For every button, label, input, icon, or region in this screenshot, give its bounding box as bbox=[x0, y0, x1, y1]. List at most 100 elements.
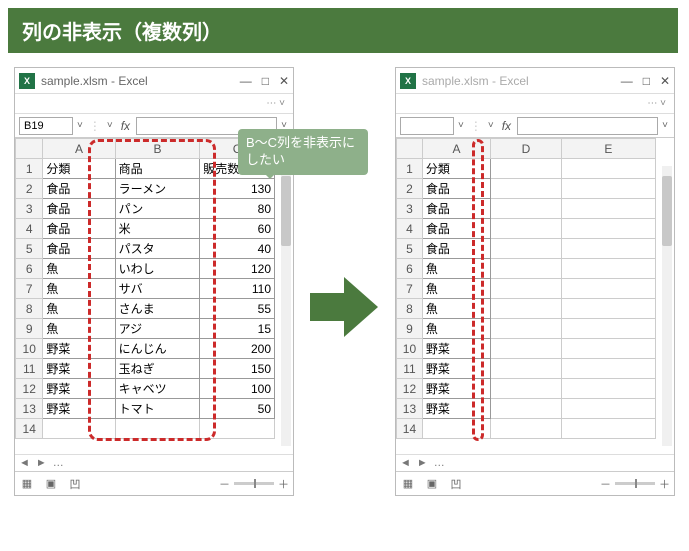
col-header-D[interactable]: D bbox=[491, 139, 562, 159]
row-header-7[interactable]: 7 bbox=[16, 279, 43, 299]
cell[interactable]: キャベツ bbox=[115, 379, 200, 399]
cell[interactable]: パン bbox=[115, 199, 200, 219]
close-button[interactable]: ✕ bbox=[660, 74, 670, 88]
cell[interactable]: 魚 bbox=[43, 279, 115, 299]
sheet-nav-prev-icon[interactable]: ◄ bbox=[400, 457, 411, 469]
cell[interactable]: 分類 bbox=[422, 159, 490, 179]
row-header-14[interactable]: 14 bbox=[16, 419, 43, 439]
cell[interactable] bbox=[491, 179, 562, 199]
zoom-slider[interactable] bbox=[234, 482, 274, 485]
cell[interactable]: 120 bbox=[200, 259, 275, 279]
cell[interactable] bbox=[491, 239, 562, 259]
cell[interactable] bbox=[491, 379, 562, 399]
row-header-4[interactable]: 4 bbox=[16, 219, 43, 239]
cell[interactable]: 野菜 bbox=[43, 359, 115, 379]
cell[interactable] bbox=[561, 379, 655, 399]
cell[interactable] bbox=[561, 359, 655, 379]
row-header-6[interactable]: 6 bbox=[397, 259, 423, 279]
zoom-in-button[interactable]: ＋ bbox=[278, 476, 289, 492]
cell[interactable]: 50 bbox=[200, 399, 275, 419]
cell[interactable]: アジ bbox=[115, 319, 200, 339]
cell[interactable]: 分類 bbox=[43, 159, 115, 179]
row-header-3[interactable]: 3 bbox=[397, 199, 423, 219]
cell[interactable]: 食品 bbox=[422, 219, 490, 239]
ribbon-collapse[interactable]: ⋯ ˅ bbox=[396, 94, 674, 114]
cell[interactable]: 野菜 bbox=[422, 339, 490, 359]
view-page-layout-icon[interactable]: ▣ bbox=[43, 477, 59, 490]
cell[interactable]: 食品 bbox=[43, 219, 115, 239]
cell[interactable]: 200 bbox=[200, 339, 275, 359]
row-header-11[interactable]: 11 bbox=[397, 359, 423, 379]
view-normal-icon[interactable]: ▦ bbox=[400, 477, 416, 490]
row-header-9[interactable]: 9 bbox=[16, 319, 43, 339]
select-all-cell[interactable] bbox=[397, 139, 423, 159]
row-header-9[interactable]: 9 bbox=[397, 319, 423, 339]
row-header-5[interactable]: 5 bbox=[16, 239, 43, 259]
cell[interactable]: 60 bbox=[200, 219, 275, 239]
cell[interactable]: 食品 bbox=[422, 199, 490, 219]
cell[interactable] bbox=[491, 219, 562, 239]
sheet-tab-nav[interactable]: ◄ ► … bbox=[15, 454, 293, 471]
row-header-12[interactable]: 12 bbox=[16, 379, 43, 399]
cell[interactable] bbox=[561, 319, 655, 339]
fx-icon[interactable]: fx bbox=[117, 119, 134, 133]
cell[interactable]: 55 bbox=[200, 299, 275, 319]
sheet-nav-more-icon[interactable]: … bbox=[53, 457, 64, 469]
cell[interactable]: いわし bbox=[115, 259, 200, 279]
cell[interactable]: 野菜 bbox=[422, 379, 490, 399]
cell[interactable]: 食品 bbox=[422, 179, 490, 199]
scrollbar-thumb[interactable] bbox=[281, 176, 291, 246]
cell[interactable] bbox=[491, 319, 562, 339]
cell[interactable] bbox=[491, 259, 562, 279]
cell[interactable] bbox=[115, 419, 200, 439]
cell[interactable]: 野菜 bbox=[43, 399, 115, 419]
row-header-4[interactable]: 4 bbox=[397, 219, 423, 239]
col-header-A[interactable]: A bbox=[43, 139, 115, 159]
cell[interactable] bbox=[561, 219, 655, 239]
formula-bar[interactable] bbox=[517, 117, 658, 135]
row-header-5[interactable]: 5 bbox=[397, 239, 423, 259]
row-header-13[interactable]: 13 bbox=[16, 399, 43, 419]
sheet-nav-next-icon[interactable]: ► bbox=[417, 457, 428, 469]
cell[interactable] bbox=[491, 399, 562, 419]
cell[interactable]: 15 bbox=[200, 319, 275, 339]
view-page-break-icon[interactable]: 凹 bbox=[448, 476, 464, 492]
cell[interactable]: 魚 bbox=[422, 319, 490, 339]
worksheet-grid[interactable]: ABC1分類商品販売数2食品ラーメン1303食品パン804食品米605食品パスタ… bbox=[15, 138, 293, 454]
cell[interactable] bbox=[43, 419, 115, 439]
cell[interactable] bbox=[491, 419, 562, 439]
row-header-10[interactable]: 10 bbox=[16, 339, 43, 359]
cell[interactable]: 魚 bbox=[422, 259, 490, 279]
formula-bar-expand-icon[interactable]: ˅ bbox=[660, 120, 670, 131]
cell[interactable] bbox=[491, 279, 562, 299]
fx-icon[interactable]: fx bbox=[498, 119, 515, 133]
cell[interactable]: ラーメン bbox=[115, 179, 200, 199]
vertical-scrollbar[interactable] bbox=[281, 166, 291, 446]
row-header-8[interactable]: 8 bbox=[397, 299, 423, 319]
row-header-2[interactable]: 2 bbox=[16, 179, 43, 199]
row-header-1[interactable]: 1 bbox=[16, 159, 43, 179]
cell[interactable]: 魚 bbox=[43, 259, 115, 279]
row-header-6[interactable]: 6 bbox=[16, 259, 43, 279]
fx-dropdown-icon[interactable]: ˅ bbox=[486, 120, 496, 131]
row-header-10[interactable]: 10 bbox=[397, 339, 423, 359]
cell[interactable] bbox=[561, 159, 655, 179]
cell[interactable]: 野菜 bbox=[43, 379, 115, 399]
col-header-B[interactable]: B bbox=[115, 139, 200, 159]
fx-dropdown-icon[interactable]: ˅ bbox=[105, 120, 115, 131]
cell[interactable]: 米 bbox=[115, 219, 200, 239]
cell[interactable]: 魚 bbox=[43, 299, 115, 319]
minimize-button[interactable]: — bbox=[621, 74, 633, 88]
name-box-dropdown-icon[interactable]: ˅ bbox=[75, 120, 85, 131]
cell[interactable]: 食品 bbox=[422, 239, 490, 259]
select-all-cell[interactable] bbox=[16, 139, 43, 159]
row-header-14[interactable]: 14 bbox=[397, 419, 423, 439]
close-button[interactable]: ✕ bbox=[279, 74, 289, 88]
view-normal-icon[interactable]: ▦ bbox=[19, 477, 35, 490]
vertical-scrollbar[interactable] bbox=[662, 166, 672, 446]
cell[interactable]: さんま bbox=[115, 299, 200, 319]
maximize-button[interactable]: □ bbox=[262, 74, 269, 88]
cell[interactable] bbox=[561, 399, 655, 419]
cell[interactable] bbox=[200, 419, 275, 439]
cell[interactable]: 魚 bbox=[43, 319, 115, 339]
